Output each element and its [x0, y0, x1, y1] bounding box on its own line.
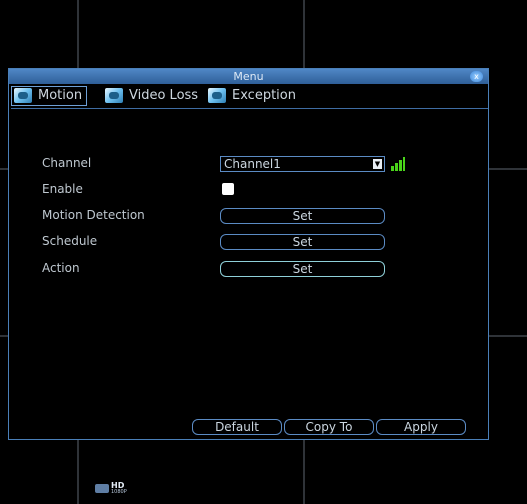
motion-detection-label: Motion Detection [42, 208, 145, 222]
motion-detection-set-button[interactable]: Set [220, 208, 385, 224]
default-button[interactable]: Default [192, 419, 282, 435]
copy-to-button[interactable]: Copy To [284, 419, 374, 435]
video-loss-tab-icon [105, 88, 123, 103]
hd-camera-badge: HD 1080P [95, 481, 131, 495]
schedule-label: Schedule [42, 234, 98, 248]
enable-checkbox[interactable] [222, 183, 234, 195]
dialog-title: Menu [233, 70, 264, 83]
tab-exception[interactable]: Exception [208, 86, 296, 106]
tab-label: Video Loss [129, 88, 199, 103]
action-set-button[interactable]: Set [220, 261, 385, 277]
tab-label: Motion [38, 88, 83, 103]
action-label: Action [42, 261, 80, 275]
tab-video-loss[interactable]: Video Loss [105, 86, 198, 106]
camera-icon [95, 484, 109, 493]
tab-motion[interactable]: Motion [11, 86, 88, 106]
dialog-titlebar: Menu x [9, 69, 488, 84]
apply-button[interactable]: Apply [376, 419, 466, 435]
tab-label: Exception [232, 88, 296, 103]
close-icon: x [474, 72, 479, 81]
tab-bar: Motion Video Loss Exception [11, 86, 488, 109]
signal-strength-icon [391, 157, 405, 171]
exception-tab-icon [208, 88, 226, 103]
motion-tab-icon [14, 88, 32, 103]
enable-label: Enable [42, 182, 83, 196]
channel-select-value: Channel1 [224, 157, 281, 171]
channel-label: Channel [42, 156, 92, 170]
hd-resolution: 1080P [111, 489, 127, 495]
channel-select[interactable]: Channel1 ▼ [220, 156, 385, 172]
menu-dialog: Menu x Motion Video Loss Exception Chann… [8, 68, 489, 440]
close-button[interactable]: x [470, 71, 483, 82]
schedule-set-button[interactable]: Set [220, 234, 385, 250]
dropdown-arrow-icon: ▼ [373, 159, 382, 169]
